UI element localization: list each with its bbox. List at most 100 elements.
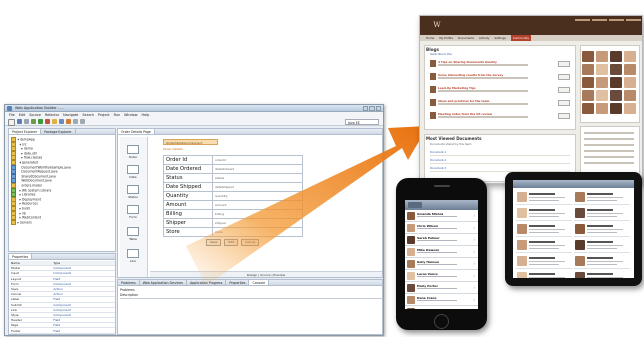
table-cell: Footer xyxy=(10,327,53,334)
contact-row[interactable]: Greg Foster› xyxy=(405,306,478,309)
contact-row[interactable]: Amanda Mishra › xyxy=(405,210,478,222)
directory-entry[interactable] xyxy=(516,191,572,205)
avatar[interactable] xyxy=(582,64,594,75)
back-icon[interactable] xyxy=(73,119,78,124)
contact-row[interactable]: Sarah Palmer › xyxy=(405,234,478,246)
palette-item[interactable]: Link xyxy=(124,249,142,263)
avatar[interactable] xyxy=(582,90,594,101)
avatar xyxy=(517,208,527,218)
new-project-icon[interactable] xyxy=(52,119,57,124)
directory-entry[interactable] xyxy=(574,271,630,278)
contact-row[interactable]: Chris Wilson › xyxy=(405,222,478,234)
tab-project-explorer[interactable]: Project Explorer xyxy=(9,129,42,134)
avatar[interactable] xyxy=(624,90,636,101)
avatar[interactable] xyxy=(582,103,594,114)
palette-item[interactable]: Form xyxy=(124,205,142,219)
directory-entry[interactable] xyxy=(516,271,572,278)
avatar[interactable] xyxy=(610,51,622,62)
avatar xyxy=(517,272,527,278)
contact-detail xyxy=(417,252,457,254)
avatar[interactable] xyxy=(582,77,594,88)
contact-row[interactable]: Dana Crane › xyxy=(405,294,478,306)
avatar[interactable] xyxy=(610,90,622,101)
avatar xyxy=(407,259,415,268)
contact-detail xyxy=(417,264,457,266)
forward-icon[interactable] xyxy=(80,119,85,124)
avatar[interactable] xyxy=(596,90,608,101)
palette-item[interactable]: Table xyxy=(124,227,142,241)
blogs-subscribe-link[interactable]: Subscribe to this xyxy=(430,53,452,56)
home-button[interactable] xyxy=(434,314,449,329)
directory-entry[interactable] xyxy=(574,223,630,237)
directory-entry[interactable] xyxy=(574,239,630,253)
avatar[interactable] xyxy=(596,103,608,114)
comment-button[interactable] xyxy=(558,100,570,106)
sidebar-line xyxy=(584,150,634,152)
palette-item[interactable]: Order xyxy=(124,145,142,159)
directory-entry[interactable] xyxy=(574,207,630,221)
table-row[interactable]: Footer Field xyxy=(10,327,115,334)
avatar[interactable] xyxy=(610,77,622,88)
avatar[interactable] xyxy=(624,51,636,62)
comment-button[interactable] xyxy=(558,74,570,80)
blog-excerpt xyxy=(438,77,528,79)
comment-button[interactable] xyxy=(558,113,570,119)
avatar[interactable] xyxy=(624,103,636,114)
avatar[interactable] xyxy=(596,77,608,88)
blog-excerpt xyxy=(438,90,528,92)
entry-detail xyxy=(529,264,559,266)
blog-entry[interactable]: Some interesting results from the survey xyxy=(430,73,570,83)
directory-entry[interactable] xyxy=(516,223,572,237)
avatar[interactable] xyxy=(596,51,608,62)
contact-row[interactable]: Lucas Vance › xyxy=(405,270,478,282)
blog-entry[interactable]: Meeting notes from the Q3 review xyxy=(430,112,570,122)
directory-entry[interactable] xyxy=(516,239,572,253)
back-button[interactable] xyxy=(408,202,422,208)
document-link[interactable]: Document-1 xyxy=(430,150,570,156)
run-icon[interactable] xyxy=(38,119,43,124)
avatar[interactable] xyxy=(610,64,622,75)
contact-row[interactable]: Mike Dawson › xyxy=(405,246,478,258)
avatar[interactable] xyxy=(596,64,608,75)
entry-detail xyxy=(529,197,565,199)
sidebar-line xyxy=(584,156,634,158)
external-tools-icon[interactable] xyxy=(45,119,50,124)
avatar[interactable] xyxy=(582,51,594,62)
comment-button[interactable] xyxy=(558,61,570,67)
palette-item[interactable]: Date xyxy=(124,165,142,179)
save-icon[interactable] xyxy=(17,119,22,124)
tab-problems[interactable]: Problems xyxy=(118,280,140,285)
comment-button[interactable] xyxy=(558,87,570,93)
entry-detail xyxy=(529,277,565,278)
directory-entry[interactable] xyxy=(516,255,572,269)
contact-row[interactable]: Emily Porter › xyxy=(405,282,478,294)
blog-entry[interactable]: Lead-Up Marketing Tips xyxy=(430,86,570,96)
print-icon[interactable] xyxy=(24,119,29,124)
avatar[interactable] xyxy=(624,77,636,88)
blog-entry[interactable]: 3 Tips on Sharing Documents Quickly xyxy=(430,60,570,70)
directory-entry[interactable] xyxy=(574,191,630,205)
new-icon[interactable] xyxy=(8,119,15,126)
avatar[interactable] xyxy=(624,64,636,75)
ipad-screen xyxy=(513,180,634,278)
blog-excerpt xyxy=(438,116,528,118)
entry-detail xyxy=(529,232,559,234)
debug-icon[interactable] xyxy=(31,119,36,124)
tab-properties[interactable]: Properties xyxy=(9,254,33,259)
directory-entry[interactable] xyxy=(516,207,572,221)
divider xyxy=(120,298,382,299)
document-link[interactable]: Document-2 xyxy=(430,158,570,164)
avatar[interactable] xyxy=(610,103,622,114)
open-type-icon[interactable] xyxy=(59,119,64,124)
search-icon[interactable] xyxy=(66,119,71,124)
tree-item[interactable]: ▸ Servers xyxy=(11,219,115,225)
blog-entry[interactable]: Ideas and practices for the team xyxy=(430,99,570,109)
logo-icon: W xyxy=(433,21,441,29)
tab-package-explorer[interactable]: Package Explorer xyxy=(41,129,76,134)
entry-name xyxy=(529,241,555,243)
palette-item[interactable]: Status xyxy=(124,185,142,199)
tab-order-details[interactable]: Order Details Page xyxy=(118,129,155,134)
contact-row[interactable]: Kelly Hansen › xyxy=(405,258,478,270)
directory-entry[interactable] xyxy=(574,255,630,269)
header-links xyxy=(575,19,641,22)
